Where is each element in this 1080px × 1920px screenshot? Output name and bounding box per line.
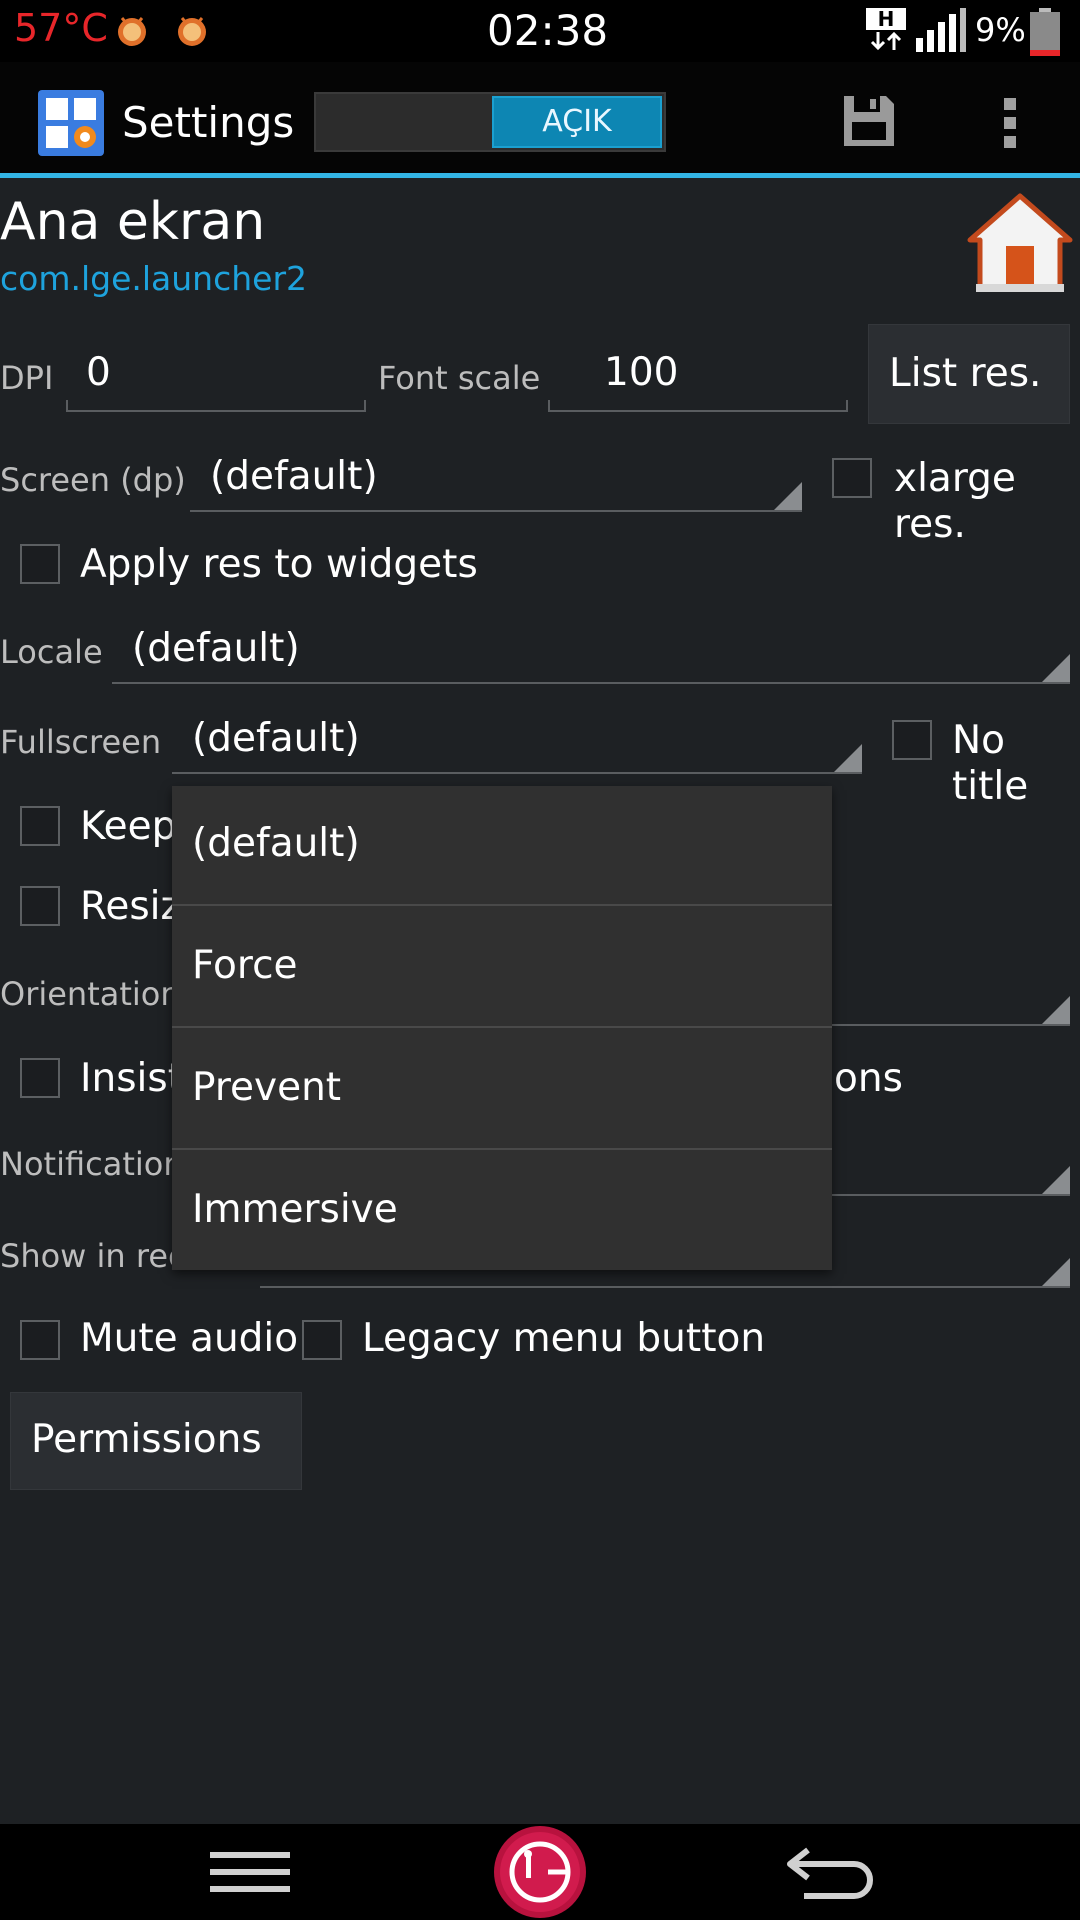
no-title-checkbox[interactable]	[892, 720, 932, 760]
screen-label: Screen (dp)	[0, 461, 186, 499]
spinner-arrow-icon	[1042, 1166, 1070, 1194]
dpi-edge-right	[364, 400, 366, 412]
spinner-arrow-icon	[1042, 654, 1070, 682]
insist-label-suffix: ons	[834, 1056, 903, 1101]
temperature-text: 57°C	[14, 6, 108, 50]
locale-underline	[112, 682, 1070, 684]
mute-audio-checkbox[interactable]	[20, 1320, 60, 1360]
fullscreen-underline	[172, 772, 862, 774]
dpi-label: DPI	[0, 359, 54, 397]
locale-spinner[interactable]: (default)	[112, 620, 1070, 684]
spinner-arrow-icon	[834, 744, 862, 772]
spinner-arrow-icon	[774, 482, 802, 510]
font-scale-edge-left	[548, 400, 550, 412]
dropdown-option-immersive[interactable]: Immersive	[172, 1152, 832, 1272]
app-settings-icon[interactable]	[38, 90, 104, 156]
permissions-button[interactable]: Permissions	[10, 1392, 302, 1490]
resize-label: Resiz	[80, 884, 181, 929]
dropdown-option-force[interactable]: Force	[172, 908, 832, 1028]
app-name: Ana ekran	[0, 192, 266, 252]
dpi-edge-left	[66, 400, 68, 412]
list-res-label: List res.	[889, 351, 1042, 396]
package-name: com.lge.launcher2	[0, 259, 308, 298]
notification-label: Notification	[0, 1145, 184, 1183]
permissions-label: Permissions	[31, 1417, 262, 1462]
toggle-on-label: AÇIK	[492, 96, 662, 148]
show-in-recents-underline	[260, 1286, 1070, 1288]
spinner-arrow-icon	[1042, 1258, 1070, 1286]
status-bar: 57°C 02:38 H 9%	[0, 0, 1080, 62]
navigation-bar	[0, 1824, 1080, 1920]
clock: 02:38	[487, 6, 609, 55]
xlarge-checkbox[interactable]	[832, 458, 872, 498]
spinner-arrow-icon	[1042, 996, 1070, 1024]
lg-home-icon[interactable]	[492, 1824, 588, 1920]
insist-label: Insist	[80, 1056, 183, 1101]
resize-checkbox[interactable]	[20, 886, 60, 926]
network-type-label: H	[866, 8, 906, 30]
no-title-label: No title	[952, 718, 1029, 809]
fullscreen-value: (default)	[192, 716, 360, 761]
dpi-value: 0	[86, 350, 111, 395]
dropdown-option-label: (default)	[192, 821, 360, 866]
insist-checkbox[interactable]	[20, 1058, 60, 1098]
locale-value: (default)	[132, 626, 300, 671]
fullscreen-label: Fullscreen	[0, 723, 162, 761]
keep-label: Keep	[80, 804, 177, 849]
list-res-button[interactable]: List res.	[868, 324, 1070, 424]
data-activity-icon: H	[866, 8, 906, 54]
font-scale-label: Font scale	[378, 359, 541, 397]
dpi-underline	[66, 410, 366, 412]
back-icon[interactable]	[784, 1844, 876, 1900]
save-icon[interactable]	[840, 92, 898, 150]
apply-res-checkbox[interactable]	[20, 544, 60, 584]
dropdown-option-label: Prevent	[192, 1065, 342, 1110]
dropdown-option-label: Immersive	[192, 1187, 398, 1232]
show-in-recents-label: Show in rec	[0, 1237, 186, 1275]
font-scale-value: 100	[604, 350, 679, 395]
enable-toggle[interactable]: AÇIK	[314, 92, 666, 152]
dropdown-option-label: Force	[192, 943, 298, 988]
font-scale-underline	[548, 410, 848, 412]
font-scale-input[interactable]: 100	[548, 344, 848, 414]
home-app-icon	[967, 193, 1073, 292]
action-bar-title: Settings	[122, 98, 295, 147]
orientation-label: Orientation	[0, 975, 181, 1013]
menu-icon[interactable]	[210, 1850, 290, 1894]
battery-icon	[1030, 8, 1060, 56]
bug-notification-icon	[118, 17, 146, 46]
dropdown-option-default[interactable]: (default)	[172, 786, 832, 906]
bug-notification-icon	[178, 17, 206, 46]
screen-spinner[interactable]: (default)	[190, 448, 802, 512]
action-bar: Settings AÇIK	[0, 62, 1080, 178]
screen-value: (default)	[210, 454, 378, 499]
battery-percent: 9%	[975, 11, 1026, 49]
xlarge-label: xlarge res.	[894, 456, 1016, 547]
apply-res-label: Apply res to widgets	[80, 542, 478, 587]
keep-checkbox[interactable]	[20, 806, 60, 846]
mute-audio-label: Mute audio	[80, 1316, 299, 1361]
fullscreen-spinner[interactable]: (default)	[172, 710, 862, 774]
locale-label: Locale	[0, 633, 103, 671]
fullscreen-dropdown-menu: (default) Force Prevent Immersive	[172, 786, 832, 1270]
dropdown-option-prevent[interactable]: Prevent	[172, 1030, 832, 1150]
legacy-menu-checkbox[interactable]	[302, 1320, 342, 1360]
signal-icon	[916, 8, 966, 52]
dpi-input[interactable]: 0	[66, 344, 366, 414]
arrows-icon	[870, 31, 902, 51]
font-scale-edge-right	[846, 400, 848, 412]
screen-underline	[190, 510, 802, 512]
overflow-menu-icon[interactable]	[998, 96, 1022, 150]
legacy-menu-label: Legacy menu button	[362, 1316, 766, 1361]
